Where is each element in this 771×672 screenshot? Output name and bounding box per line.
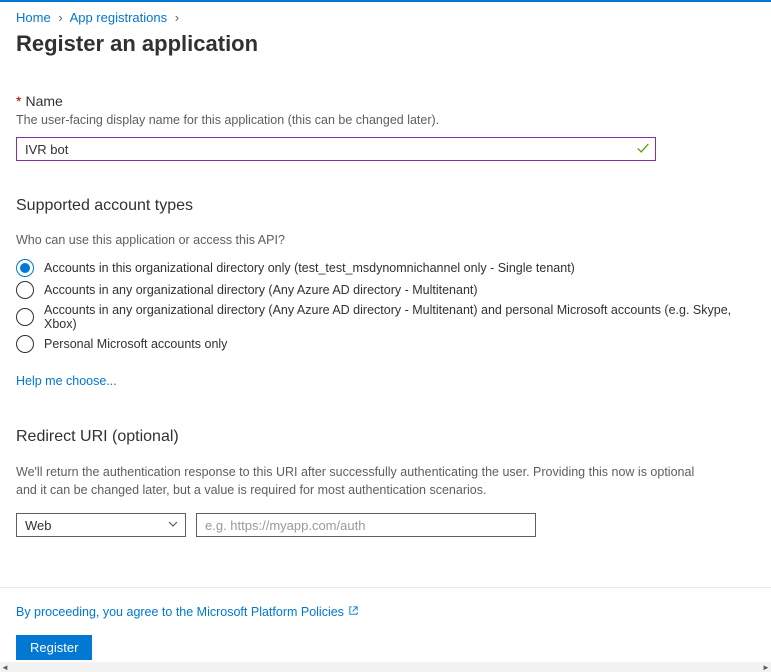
radio-label: Personal Microsoft accounts only [44,337,227,351]
breadcrumb: Home › App registrations › [16,10,755,25]
scroll-right-arrow-icon[interactable]: ► [761,663,771,672]
redirect-heading: Redirect URI (optional) [16,428,755,446]
help-me-choose-link[interactable]: Help me choose... [16,374,117,388]
account-types-question: Who can use this application or access t… [16,233,755,247]
name-input[interactable] [16,137,656,161]
platform-policies-link[interactable]: By proceeding, you agree to the Microsof… [16,605,359,619]
radio-icon [16,335,34,353]
page-title: Register an application [16,31,755,57]
footer: By proceeding, you agree to the Microsof… [0,587,771,672]
radio-icon [16,308,34,326]
radio-single-tenant[interactable]: Accounts in this organizational director… [16,259,755,277]
redirect-description: We'll return the authentication response… [16,464,716,499]
platform-dropdown[interactable]: Web [16,513,186,537]
radio-icon [16,281,34,299]
dropdown-value: Web [25,518,52,533]
external-link-icon [348,605,359,619]
required-asterisk: * [16,93,21,109]
radio-label: Accounts in any organizational directory… [44,283,478,297]
chevron-down-icon [167,518,179,533]
name-label: *Name [16,93,755,109]
radio-multitenant[interactable]: Accounts in any organizational directory… [16,281,755,299]
redirect-uri-input[interactable] [196,513,536,537]
register-button[interactable]: Register [16,635,92,660]
radio-personal-only[interactable]: Personal Microsoft accounts only [16,335,755,353]
horizontal-scrollbar[interactable]: ◄ ► [0,662,771,672]
radio-label: Accounts in any organizational directory… [44,303,755,331]
radio-multitenant-personal[interactable]: Accounts in any organizational directory… [16,303,755,331]
scroll-left-arrow-icon[interactable]: ◄ [0,663,10,672]
breadcrumb-app-registrations[interactable]: App registrations [70,10,168,25]
radio-icon [16,259,34,277]
chevron-right-icon: › [175,10,179,25]
radio-label: Accounts in this organizational director… [44,261,575,275]
name-hint: The user-facing display name for this ap… [16,113,755,127]
checkmark-icon [636,141,650,158]
account-types-radio-group: Accounts in this organizational director… [16,259,755,353]
breadcrumb-home[interactable]: Home [16,10,51,25]
account-types-heading: Supported account types [16,197,755,215]
chevron-right-icon: › [58,10,62,25]
